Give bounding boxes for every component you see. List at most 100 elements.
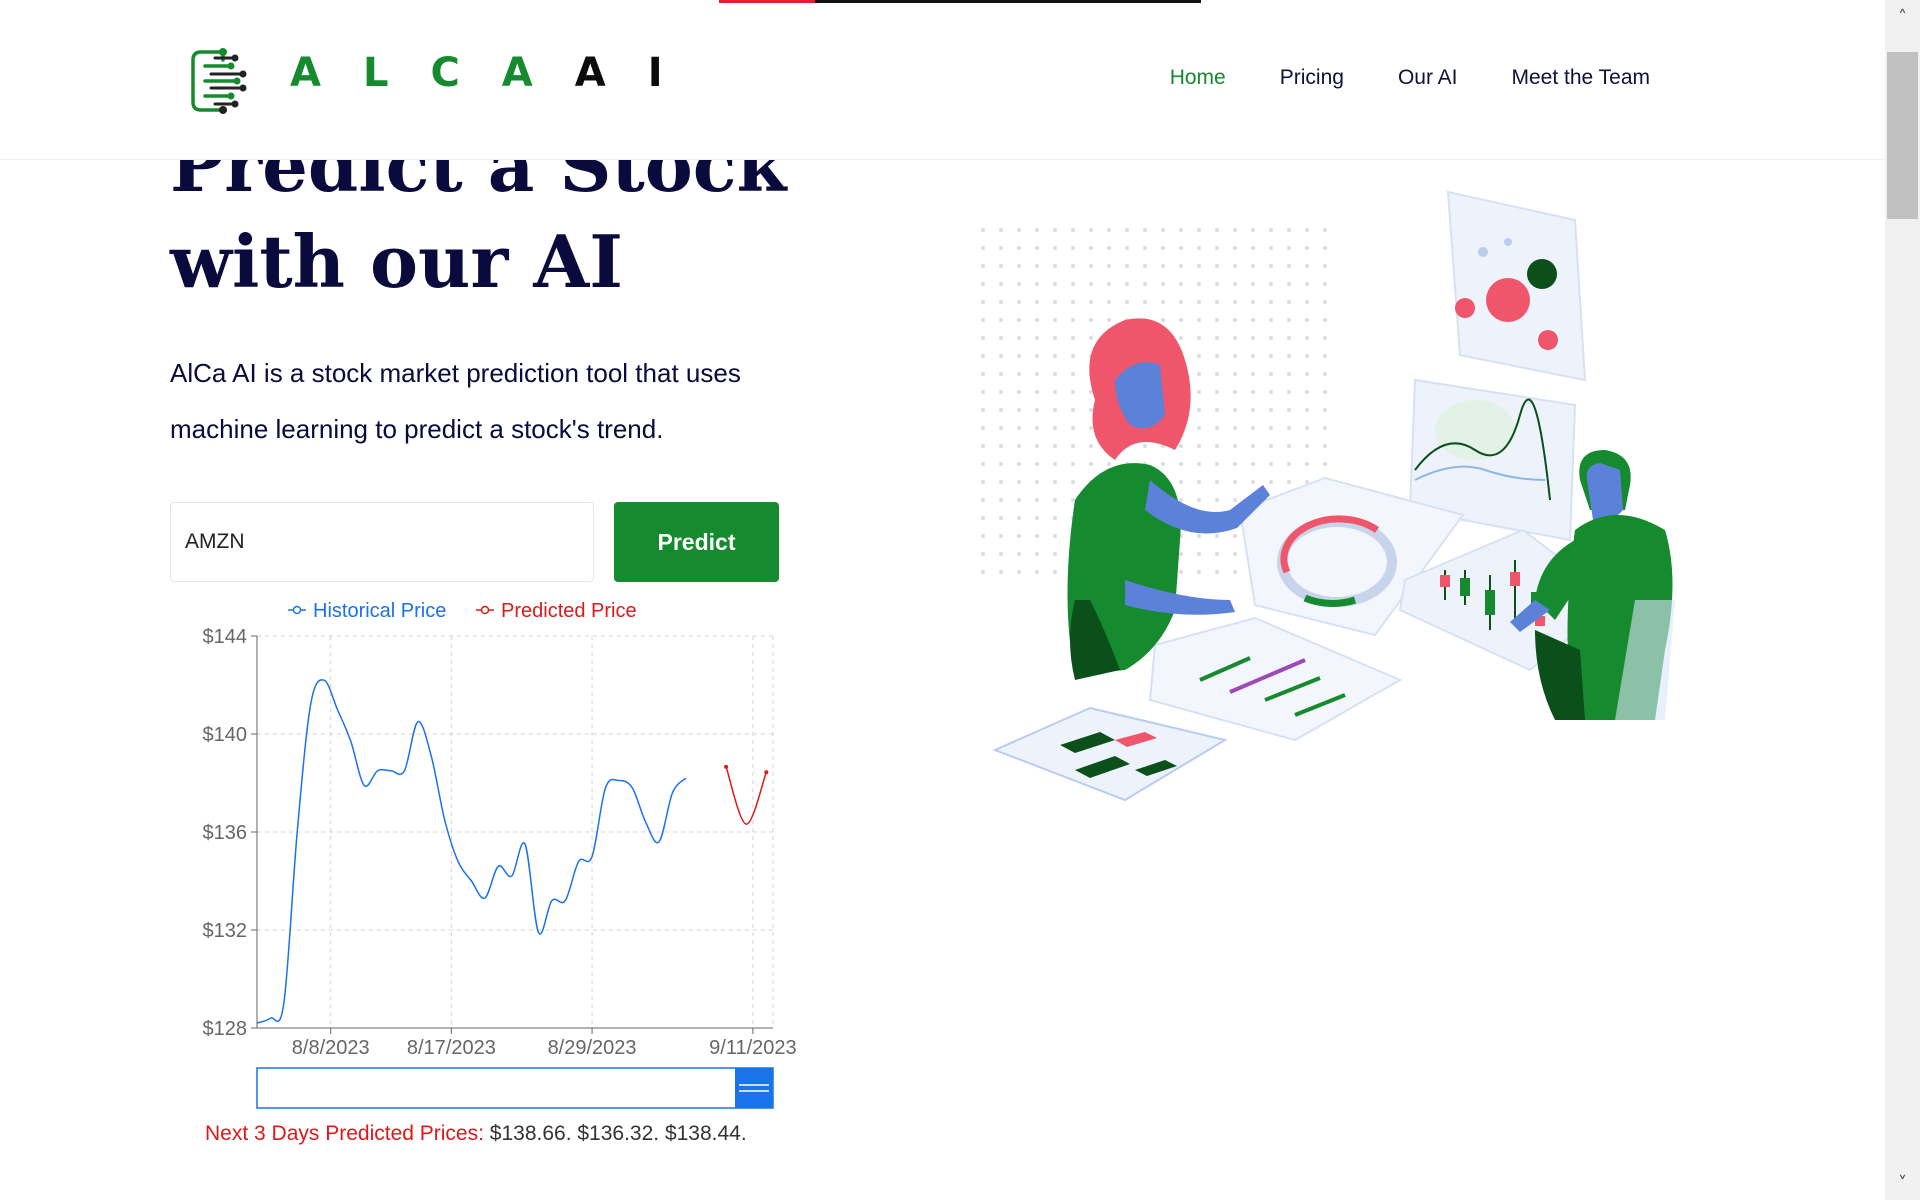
grid-dot bbox=[1269, 264, 1273, 268]
ticker-input[interactable] bbox=[170, 502, 594, 582]
grid-dot bbox=[1323, 372, 1327, 376]
grid-dot bbox=[1233, 408, 1237, 412]
grid-dot bbox=[1287, 480, 1291, 484]
legend-label[interactable]: Predicted Price bbox=[501, 600, 637, 622]
grid-dot bbox=[1197, 282, 1201, 286]
grid-dot bbox=[1071, 462, 1075, 466]
grid-dot bbox=[1197, 480, 1201, 484]
grid-dot bbox=[1269, 246, 1273, 250]
y-tick-label: $128 bbox=[203, 1018, 248, 1040]
scrollbar-thumb[interactable] bbox=[1887, 52, 1918, 219]
nav-link-meet-the-team[interactable]: Meet the Team bbox=[1511, 66, 1650, 90]
bar-card bbox=[1148, 616, 1403, 742]
grid-dot bbox=[1107, 318, 1111, 322]
grid-dot bbox=[1053, 444, 1057, 448]
grid-dot bbox=[1017, 426, 1021, 430]
predict-button[interactable]: Predict bbox=[614, 502, 779, 582]
grid-dot bbox=[1233, 318, 1237, 322]
grid-dot bbox=[1053, 570, 1057, 574]
grid-dot bbox=[1089, 264, 1093, 268]
predicted-prices-values: $138.66. $136.32. $138.44. bbox=[489, 1122, 747, 1145]
grid-dot bbox=[981, 516, 985, 520]
grid-dot bbox=[1107, 264, 1111, 268]
grid-dot bbox=[1287, 246, 1291, 250]
grid-dot bbox=[981, 336, 985, 340]
price-chart: Historical Price Predicted Price $144 $140 $… bbox=[170, 590, 797, 1110]
grid-dot bbox=[1035, 372, 1039, 376]
grid-dot bbox=[1233, 444, 1237, 448]
grid-dot bbox=[1035, 426, 1039, 430]
grid-dot bbox=[1035, 318, 1039, 322]
grid-dot bbox=[1053, 426, 1057, 430]
grid-dot bbox=[1305, 246, 1309, 250]
historical-price-line bbox=[256, 679, 687, 1024]
grid-dot bbox=[1323, 228, 1327, 232]
grid-dot bbox=[1287, 444, 1291, 448]
grip-lines-icon[interactable] bbox=[735, 1068, 773, 1108]
grid-dot bbox=[1017, 354, 1021, 358]
grid-dot bbox=[981, 264, 985, 268]
nav-link-home[interactable]: Home bbox=[1170, 66, 1226, 90]
nav-link-our-ai[interactable]: Our AI bbox=[1398, 66, 1458, 90]
grid-dot bbox=[1287, 390, 1291, 394]
grid-dot bbox=[1179, 480, 1183, 484]
grid-dot bbox=[1251, 462, 1255, 466]
grid-dot bbox=[999, 336, 1003, 340]
grid-dot bbox=[1179, 264, 1183, 268]
grid-dot bbox=[981, 372, 985, 376]
legend-label[interactable]: Historical Price bbox=[313, 600, 446, 622]
grid-dot bbox=[1197, 444, 1201, 448]
grid-dot bbox=[1107, 462, 1111, 466]
y-tick-label: $144 bbox=[203, 626, 248, 648]
chevron-up-icon[interactable]: ˄ bbox=[1885, 0, 1920, 34]
grid-dot bbox=[1161, 228, 1165, 232]
y-tick-label: $140 bbox=[203, 724, 248, 746]
grid-dot bbox=[1251, 444, 1255, 448]
grid-dot bbox=[1197, 264, 1201, 268]
nav-link-pricing[interactable]: Pricing bbox=[1280, 66, 1344, 90]
grid-dot bbox=[1017, 390, 1021, 394]
grid-dot bbox=[1215, 408, 1219, 412]
grid-dot bbox=[1071, 372, 1075, 376]
grid-dot bbox=[1053, 390, 1057, 394]
circuit-e-logo-icon[interactable] bbox=[187, 44, 253, 118]
grid-dot bbox=[1053, 462, 1057, 466]
grid-dot bbox=[1305, 444, 1309, 448]
grid-dot bbox=[1089, 300, 1093, 304]
grid-dot bbox=[1089, 318, 1093, 322]
grid-dot bbox=[1053, 534, 1057, 538]
grid-dot bbox=[1053, 480, 1057, 484]
grid-dot bbox=[1017, 552, 1021, 556]
grid-dot bbox=[1269, 480, 1273, 484]
x-tick-label: 8/8/2023 bbox=[292, 1037, 370, 1059]
site-header: ALCAAI Home Pricing Our AI Meet the Team bbox=[0, 0, 1885, 160]
grid-dot bbox=[999, 282, 1003, 286]
grid-dot bbox=[1323, 246, 1327, 250]
grid-dot bbox=[1035, 354, 1039, 358]
grid-dot bbox=[981, 552, 985, 556]
grid-dot bbox=[1035, 570, 1039, 574]
grid-dot bbox=[1305, 354, 1309, 358]
range-slider-track[interactable] bbox=[256, 1067, 774, 1109]
chevron-down-icon[interactable]: ˅ bbox=[1885, 1166, 1920, 1200]
grid-dot bbox=[1035, 552, 1039, 556]
grid-dot bbox=[1323, 264, 1327, 268]
grid-dot bbox=[1035, 480, 1039, 484]
grid-dot bbox=[1269, 300, 1273, 304]
grid-dot bbox=[1251, 390, 1255, 394]
grid-dot bbox=[1053, 300, 1057, 304]
page-scrollbar[interactable]: ˄ ˅ bbox=[1885, 0, 1920, 1200]
grid-dot bbox=[1305, 372, 1309, 376]
grid-dot bbox=[1071, 426, 1075, 430]
grid-dot bbox=[1287, 336, 1291, 340]
grid-dot bbox=[1233, 570, 1237, 574]
grid-dot bbox=[1251, 318, 1255, 322]
grid-dot bbox=[1269, 354, 1273, 358]
brand-name[interactable]: ALCAAI bbox=[290, 50, 705, 96]
grid-dot bbox=[999, 534, 1003, 538]
grid-dot bbox=[1107, 282, 1111, 286]
grid-dot bbox=[1035, 282, 1039, 286]
grid-dot bbox=[1089, 336, 1093, 340]
predicted-price-line bbox=[725, 766, 768, 825]
grid-dot bbox=[1125, 228, 1129, 232]
